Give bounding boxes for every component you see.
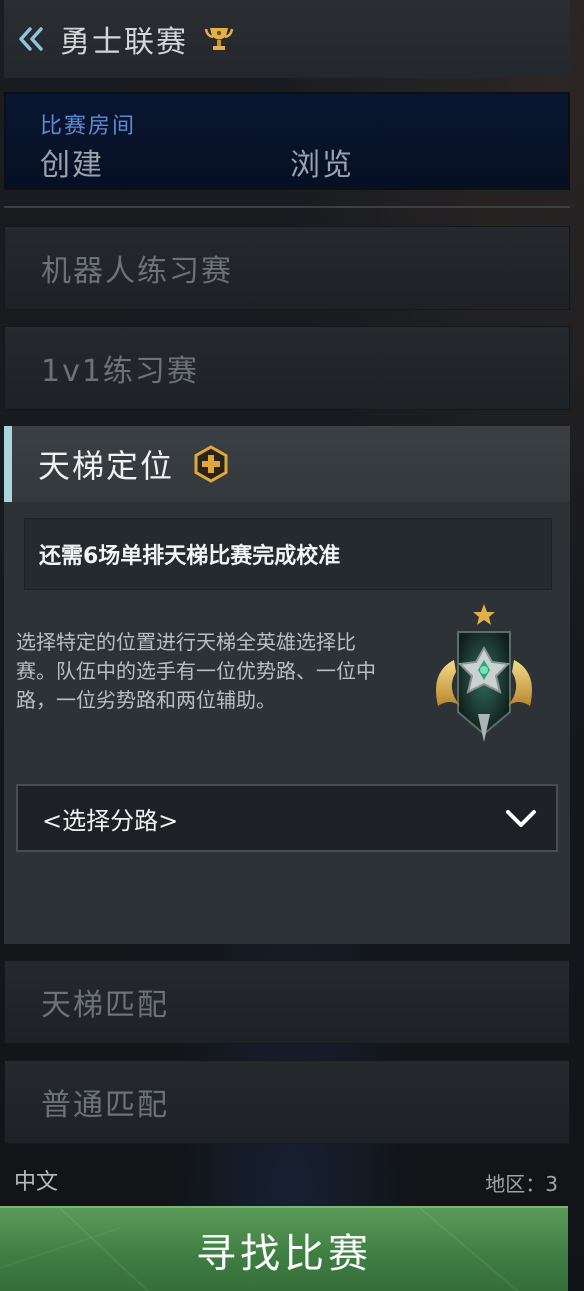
trophy-icon <box>204 24 234 54</box>
lane-select-value: <选择分路> <box>42 806 179 835</box>
lane-select-dropdown[interactable]: <选择分路> <box>16 784 558 852</box>
ranked-roles-header[interactable]: 天梯定位 <box>4 426 570 502</box>
browse-lobbies-button[interactable]: 浏览 <box>290 140 354 184</box>
ranked-roles-title: 天梯定位 <box>38 447 175 485</box>
find-match-label: 寻找比赛 <box>196 1230 372 1277</box>
calibration-notice: 还需6场单排天梯比赛完成校准 <box>24 518 552 590</box>
find-match-button[interactable]: 寻找比赛 <box>0 1206 568 1291</box>
selected-accent-bar <box>4 426 12 502</box>
bot-practice-button[interactable]: 机器人练习赛 <box>4 226 570 310</box>
divider <box>4 206 570 208</box>
header-bar: 勇士联赛 <box>4 0 570 78</box>
chevron-down-icon <box>504 806 538 832</box>
region-label[interactable]: 地区：3 <box>485 1168 558 1197</box>
ranked-roles-description: 选择特定的位置进行天梯全英雄选择比赛。队伍中的选手有一位优势路、一位中路，一位劣… <box>16 630 376 712</box>
normal-matchmaking-button[interactable]: 普通匹配 <box>4 1060 570 1144</box>
page-title: 勇士联赛 <box>60 25 188 60</box>
lobby-panel: 比赛房间 创建 浏览 <box>4 92 570 190</box>
double-chevron-left-icon[interactable] <box>16 24 46 54</box>
lobby-label: 比赛房间 <box>40 114 137 139</box>
ranked-roles-panel: 天梯定位 还需6场单排天梯比赛完成校准 选择特定的位置进行天梯全英雄选择比赛。队… <box>4 426 570 944</box>
create-lobby-button[interactable]: 创建 <box>40 140 104 184</box>
rank-medal-icon <box>416 602 552 752</box>
hex-plus-icon <box>192 445 230 483</box>
language-label[interactable]: 中文 <box>14 1164 58 1196</box>
ranked-matchmaking-button[interactable]: 天梯匹配 <box>4 960 570 1044</box>
1v1-practice-button[interactable]: 1v1练习赛 <box>4 326 570 410</box>
